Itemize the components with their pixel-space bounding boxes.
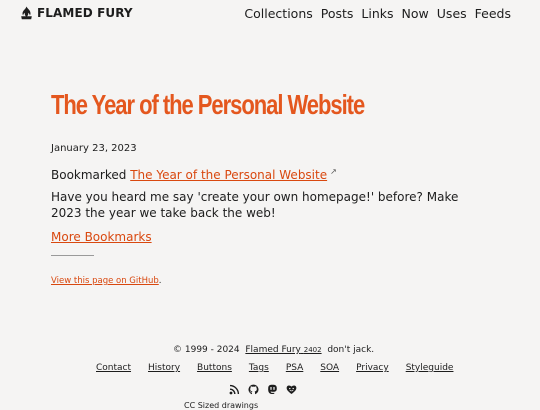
- footer-tagline: don't jack.: [327, 345, 375, 355]
- footer-site-link[interactable]: Flamed Fury 2402: [245, 345, 321, 355]
- rss-icon[interactable]: [229, 384, 240, 395]
- heart-face-icon[interactable]: [286, 384, 297, 395]
- main-nav: Collections Posts Links Now Uses Feeds: [244, 6, 511, 21]
- external-link-icon: ↗: [330, 167, 337, 176]
- nav-item-collections[interactable]: Collections: [244, 6, 312, 21]
- footer-link-psa[interactable]: PSA: [286, 363, 303, 373]
- footer-links: Contact History Buttons Tags PSA SOA Pri…: [96, 363, 453, 373]
- nav-item-uses[interactable]: Uses: [437, 6, 467, 21]
- footer-link-styleguide[interactable]: Styleguide: [406, 363, 454, 373]
- nav-item-posts[interactable]: Posts: [321, 6, 354, 21]
- github-icon[interactable]: [248, 384, 259, 395]
- page-title: The Year of the Personal Website: [51, 89, 365, 120]
- footer-site-name: Flamed Fury: [245, 345, 301, 355]
- site-header: FLAMED FURY Collections Posts Links Now …: [0, 0, 540, 28]
- post-body: Have you heard me say 'create your own h…: [51, 190, 459, 220]
- footer-icons: [229, 384, 297, 395]
- footer-link-contact[interactable]: Contact: [96, 363, 131, 373]
- bookmarked-line: Bookmarked The Year of the Personal Webs…: [51, 164, 337, 183]
- divider: [51, 255, 94, 256]
- more-bookmarks-link[interactable]: More Bookmarks: [51, 230, 152, 244]
- flame-icon: [21, 6, 32, 20]
- bookmarked-link[interactable]: The Year of the Personal Website: [130, 168, 327, 182]
- version-number: 2402: [303, 346, 322, 354]
- footer-link-buttons[interactable]: Buttons: [197, 363, 232, 373]
- footer-link-history[interactable]: History: [148, 363, 180, 373]
- footer-link-tags[interactable]: Tags: [249, 363, 269, 373]
- github-page-link[interactable]: View this page on GitHub: [51, 276, 159, 286]
- copyright-text: © 1999 - 2024: [173, 345, 240, 355]
- post-date: January 23, 2023: [51, 143, 137, 154]
- nav-item-now[interactable]: Now: [402, 6, 429, 21]
- copyright-line: © 1999 - 2024 Flamed Fury 2402 don't jac…: [173, 345, 374, 355]
- cc-text: CC Sized drawings: [184, 401, 259, 410]
- mastodon-icon[interactable]: [267, 384, 278, 395]
- nav-item-links[interactable]: Links: [361, 6, 393, 21]
- github-line: View this page on GitHub.: [51, 276, 161, 286]
- footer-link-soa[interactable]: SOA: [320, 363, 339, 373]
- github-suffix: .: [158, 276, 162, 286]
- site-logo-link[interactable]: FLAMED FURY: [20, 6, 133, 20]
- footer-link-privacy[interactable]: Privacy: [356, 363, 389, 373]
- bookmarked-prefix: Bookmarked: [51, 168, 127, 182]
- site-name: FLAMED FURY: [37, 6, 133, 20]
- nav-item-feeds[interactable]: Feeds: [475, 6, 511, 21]
